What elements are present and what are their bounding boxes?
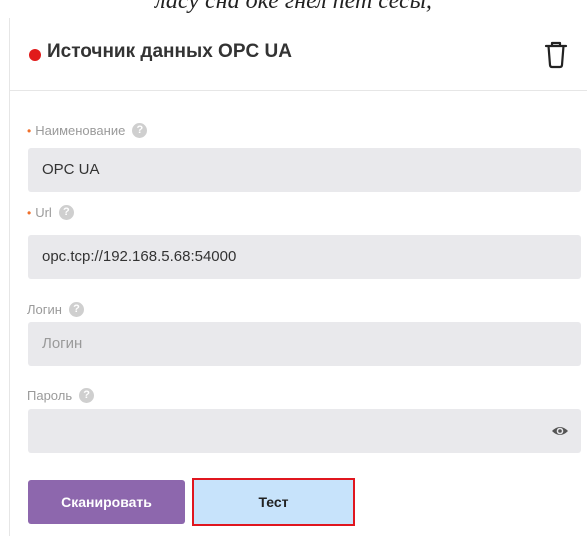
panel-title: Источник данных OPC UA bbox=[47, 41, 292, 62]
login-label-row: Логин ? bbox=[27, 302, 84, 317]
name-label: Наименование bbox=[35, 123, 126, 138]
required-marker: • bbox=[27, 205, 32, 220]
status-indicator bbox=[29, 49, 41, 61]
url-label-row: • Url ? bbox=[27, 205, 74, 220]
panel-header: Источник данных OPC UA bbox=[10, 18, 587, 91]
name-field[interactable]: OPC UA bbox=[28, 148, 581, 192]
eye-icon[interactable] bbox=[551, 423, 569, 439]
name-label-row: • Наименование ? bbox=[27, 123, 148, 138]
delete-button[interactable] bbox=[543, 39, 569, 69]
help-icon[interactable]: ? bbox=[79, 388, 95, 403]
help-icon[interactable]: ? bbox=[68, 302, 84, 317]
data-source-panel: Источник данных OPC UA • Наименование ? … bbox=[9, 18, 587, 536]
password-label-row: Пароль ? bbox=[27, 388, 95, 403]
login-field[interactable]: Логин bbox=[28, 322, 581, 366]
trash-icon bbox=[544, 41, 568, 69]
url-label: Url bbox=[35, 205, 52, 220]
help-icon[interactable]: ? bbox=[132, 123, 148, 138]
help-icon[interactable]: ? bbox=[58, 205, 74, 220]
login-label: Логин bbox=[27, 302, 62, 317]
scan-button[interactable]: Сканировать bbox=[28, 480, 185, 524]
url-field[interactable]: opc.tcp://192.168.5.68:54000 bbox=[28, 235, 581, 279]
password-field[interactable] bbox=[28, 409, 581, 453]
top-caption: ласу сна оке гнел пет сесы, bbox=[155, 0, 432, 14]
test-button[interactable]: Тест bbox=[192, 478, 355, 526]
password-label: Пароль bbox=[27, 388, 73, 403]
required-marker: • bbox=[27, 123, 32, 138]
